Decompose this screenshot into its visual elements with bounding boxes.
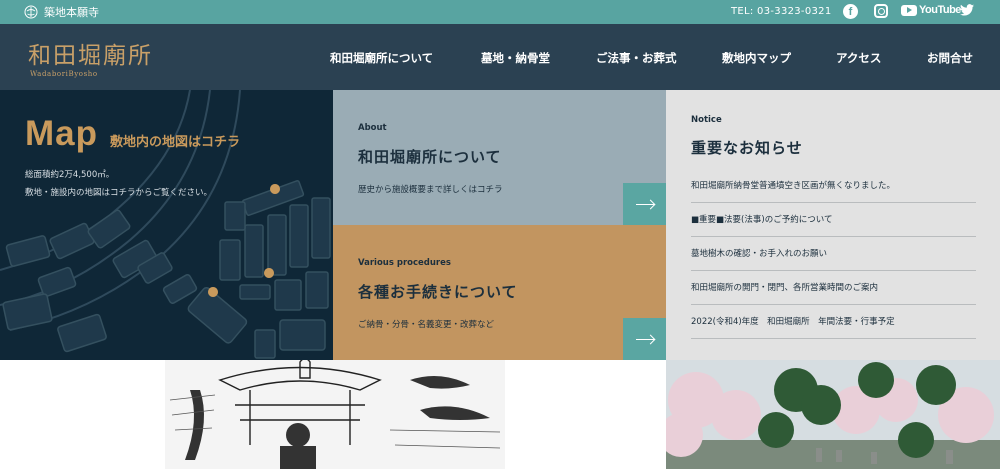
ink-sketch-temple — [165, 360, 505, 469]
twitter-icon[interactable] — [960, 4, 974, 16]
map-description: 敷地・施設内の地図はコチラからご覧ください。 — [25, 188, 213, 198]
arrow-right-icon — [635, 338, 654, 340]
arrow-right-icon — [635, 203, 654, 205]
brand-name: 築地本願寺 — [44, 6, 99, 19]
cemetery-trees-photo — [666, 360, 1000, 469]
about-description: 歴史から施設概要まで詳しくはコチラ — [358, 185, 503, 195]
nav-contact[interactable]: お問合せ — [927, 50, 973, 66]
instagram-icon[interactable] — [874, 4, 888, 18]
procedures-card[interactable]: Various procedures 各種お手続きについて ご納骨・分骨・名義変… — [333, 225, 666, 360]
notice-item[interactable]: 2022(令和4)年度 和田堀廟所 年間法要・行事予定 — [691, 305, 976, 339]
notice-eyebrow: Notice — [691, 115, 722, 125]
nav-services[interactable]: ご法事・お葬式 — [596, 50, 677, 66]
temple-illustration-image — [0, 360, 666, 469]
about-card[interactable]: About 和田堀廟所について 歴史から施設概要まで詳しくはコチラ — [333, 90, 666, 225]
notice-item[interactable]: 和田堀廟所納骨堂普通墳空き区画が無くなりました。 — [691, 169, 976, 203]
map-subheading: 敷地内の地図はコチラ — [110, 135, 241, 150]
main-header: 和田堀廟所 WadaboriByosho 和田堀廟所について 墓地・納骨堂 ご法… — [0, 24, 1000, 90]
notice-panel: Notice 重要なお知らせ 和田堀廟所納骨堂普通墳空き区画が無くなりました。 … — [666, 90, 1000, 360]
youtube-link[interactable]: YouTube — [901, 4, 961, 16]
brand-link[interactable]: 築地本願寺 — [24, 4, 99, 20]
map-heading: Map — [25, 114, 98, 153]
nav-cemetery[interactable]: 墓地・納骨堂 — [481, 50, 550, 66]
facebook-icon[interactable]: f — [843, 4, 858, 19]
procedures-eyebrow: Various procedures — [358, 258, 451, 268]
map-panel[interactable]: Map 敷地内の地図はコチラ 総面積約2万4,500㎡。 敷地・施設内の地図はコ… — [0, 90, 333, 360]
cherry-blossom-photo — [666, 360, 1000, 469]
notice-title: 重要なお知らせ — [691, 139, 803, 157]
youtube-label: YouTube — [919, 4, 961, 16]
youtube-icon — [901, 4, 917, 16]
about-arrow-button[interactable] — [623, 183, 666, 225]
nav-access[interactable]: アクセス — [836, 50, 881, 66]
about-title: 和田堀廟所について — [358, 148, 502, 166]
phone-number[interactable]: TEL: 03-3323-0321 — [731, 6, 832, 17]
notice-item[interactable]: 墓地樹木の確認・お手入れのお願い — [691, 237, 976, 271]
site-logo-subtitle: WadaboriByosho — [30, 70, 98, 78]
procedures-arrow-button[interactable] — [623, 318, 666, 360]
procedures-description: ご納骨・分骨・名義変更・改葬など — [358, 320, 495, 330]
twitter-bird-icon — [960, 4, 974, 16]
map-area-text: 総面積約2万4,500㎡。 — [25, 170, 115, 180]
nav-about[interactable]: 和田堀廟所について — [330, 50, 433, 66]
notice-item[interactable]: ■重要■法要(法事)のご予約について — [691, 203, 976, 237]
about-eyebrow: About — [358, 123, 387, 133]
site-logo-title[interactable]: 和田堀廟所 — [28, 36, 153, 70]
top-bar: 築地本願寺 TEL: 03-3323-0321 f YouTube — [0, 0, 1000, 24]
temple-crest-icon — [24, 5, 38, 19]
nav-map[interactable]: 敷地内マップ — [722, 50, 791, 66]
notice-item[interactable]: 和田堀廟所の開門・閉門、各所営業時間のご案内 — [691, 271, 976, 305]
procedures-title: 各種お手続きについて — [358, 283, 518, 301]
